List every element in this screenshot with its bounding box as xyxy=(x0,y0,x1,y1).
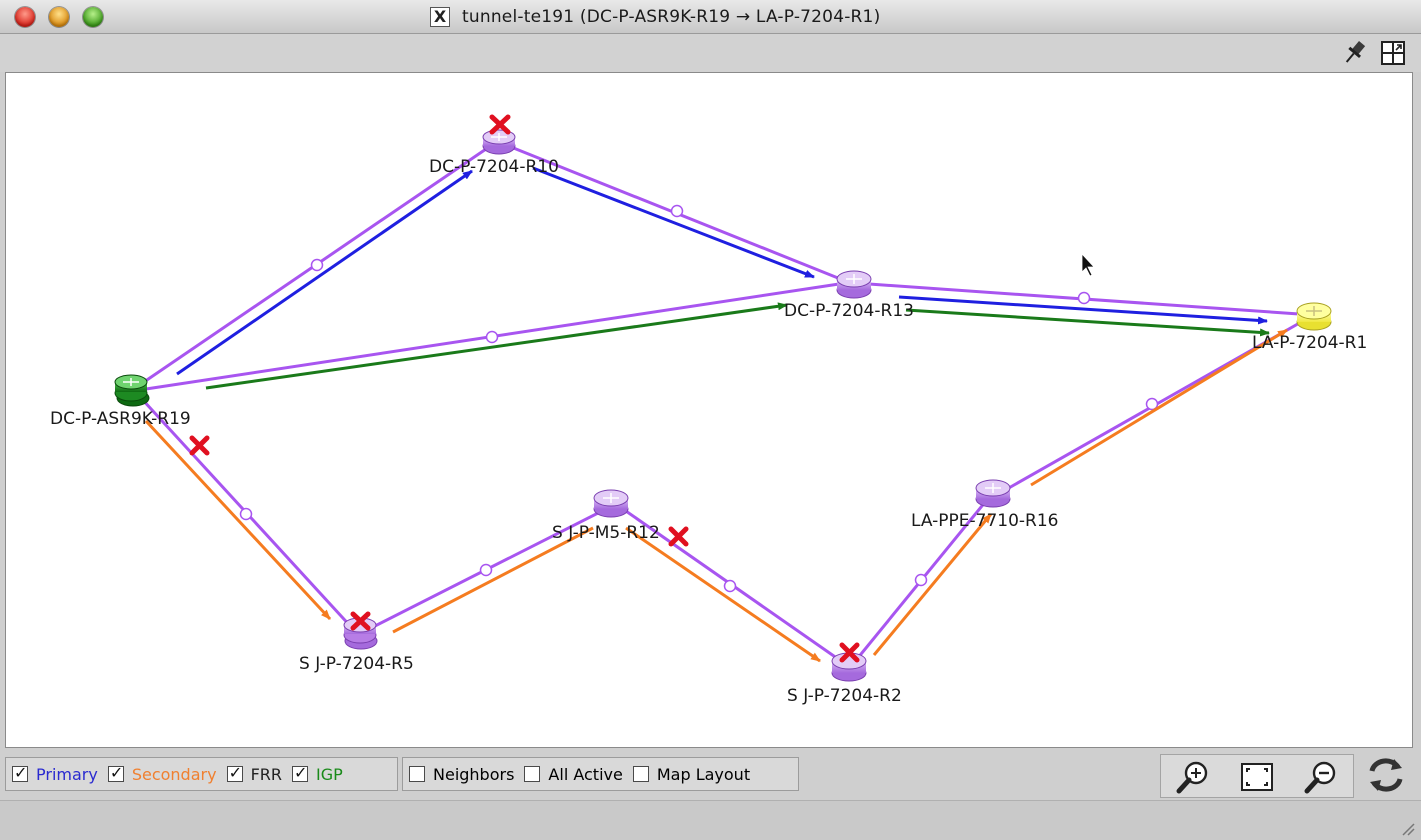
map-layout-label: Map Layout xyxy=(656,764,751,784)
igp-checkbox[interactable]: IGP xyxy=(292,763,343,784)
all-active-label: All Active xyxy=(548,764,623,784)
link-midpoint[interactable] xyxy=(914,573,928,587)
primary-label: Primary xyxy=(36,764,98,784)
refresh-icon[interactable] xyxy=(1364,754,1408,796)
checkbox-box[interactable] xyxy=(409,766,425,782)
checkbox-box[interactable] xyxy=(107,763,124,782)
map-layout-checkbox[interactable]: Map Layout xyxy=(632,764,751,784)
topology-graph[interactable]: DC-P-7204-R10 DC-P-7204-R13 DC-P-ASR9K-R… xyxy=(6,73,1412,747)
path-filter-group: Primary Secondary FRR IGP xyxy=(5,757,398,791)
window-title-group: X tunnel-te191 (DC-P-ASR9K-R19 → LA-P-72… xyxy=(430,6,880,28)
secondary-label: Secondary xyxy=(131,764,217,784)
igp-label: IGP xyxy=(316,764,343,784)
link-midpoint[interactable] xyxy=(479,563,493,577)
zoom-out-icon[interactable] xyxy=(1303,759,1339,795)
secondary-arrow xyxy=(1030,328,1288,487)
minimize-window-button[interactable] xyxy=(49,7,69,27)
frr-checkbox[interactable]: FRR xyxy=(226,763,282,784)
node-label-r12: S J-P-M5-R12 xyxy=(552,523,660,543)
checkbox-box[interactable] xyxy=(632,766,649,782)
link-midpoint[interactable] xyxy=(1077,291,1091,305)
secondary-arrow xyxy=(144,419,332,621)
router-r13[interactable] xyxy=(836,270,872,299)
window-layout-icon[interactable] xyxy=(1380,40,1406,66)
neighbors-label: Neighbors xyxy=(433,764,515,784)
status-bar xyxy=(0,800,1421,840)
node-label-r5: S J-P-7204-R5 xyxy=(299,654,414,674)
primary-path xyxy=(176,166,1268,376)
router-r1[interactable] xyxy=(1296,302,1332,331)
top-toolstrip xyxy=(0,34,1421,72)
link-midpoints xyxy=(239,204,1159,593)
link-midpoint[interactable] xyxy=(239,507,253,521)
link-midpoint[interactable] xyxy=(485,330,499,344)
failure-x-icon xyxy=(668,526,689,547)
view-option-group: Neighbors All Active Map Layout xyxy=(402,757,799,791)
igp-arrow xyxy=(905,308,1270,337)
checkbox-box[interactable] xyxy=(524,766,541,782)
secondary-checkbox[interactable]: Secondary xyxy=(107,763,217,784)
node-label-r1: LA-P-7204-R1 xyxy=(1252,333,1367,353)
topology-canvas[interactable]: DC-P-7204-R10 DC-P-7204-R13 DC-P-ASR9K-R… xyxy=(5,72,1413,748)
fit-to-window-icon[interactable] xyxy=(1239,759,1275,795)
router-r2[interactable] xyxy=(831,652,867,682)
router-r19[interactable] xyxy=(114,374,150,407)
node-label-r16: LA-PPE-7710-R16 xyxy=(911,511,1058,531)
failure-x-icon xyxy=(189,435,210,456)
neighbors-checkbox[interactable]: Neighbors xyxy=(409,765,514,784)
primary-arrow xyxy=(176,169,473,376)
zoom-in-icon[interactable] xyxy=(1175,759,1211,795)
node-label-r10: DC-P-7204-R10 xyxy=(429,157,559,177)
router-r12[interactable] xyxy=(593,489,629,518)
router-r16[interactable] xyxy=(975,479,1011,508)
node-label-r13: DC-P-7204-R13 xyxy=(784,301,914,321)
mouse-cursor-icon xyxy=(1081,252,1095,277)
link-midpoint[interactable] xyxy=(723,579,737,593)
close-window-button[interactable] xyxy=(15,7,35,27)
secondary-arrow xyxy=(392,526,594,634)
all-active-checkbox[interactable]: All Active xyxy=(524,764,623,784)
title-bar: X tunnel-te191 (DC-P-ASR9K-R19 → LA-P-72… xyxy=(0,0,1421,34)
igp-arrow xyxy=(205,302,788,390)
zoom-controls xyxy=(1160,754,1354,798)
pin-icon[interactable] xyxy=(1340,38,1370,66)
secondary-arrow xyxy=(872,513,993,656)
router-r10[interactable] xyxy=(482,129,516,155)
primary-arrow xyxy=(532,166,815,279)
checkbox-box[interactable] xyxy=(226,763,243,782)
checkbox-box[interactable] xyxy=(292,763,308,782)
x11-icon: X xyxy=(430,7,450,27)
resize-grip-icon[interactable] xyxy=(1399,820,1415,836)
checkbox-box[interactable] xyxy=(12,763,28,782)
secondary-path xyxy=(144,328,1288,663)
topology-links xyxy=(139,145,1304,663)
frr-label: FRR xyxy=(250,764,282,784)
window-title: tunnel-te191 (DC-P-ASR9K-R19 → LA-P-7204… xyxy=(462,7,881,27)
igp-path xyxy=(205,302,1270,390)
link-midpoint[interactable] xyxy=(670,204,684,218)
maximize-window-button[interactable] xyxy=(83,7,103,27)
link-midpoint[interactable] xyxy=(310,258,324,272)
secondary-arrow xyxy=(625,526,821,663)
node-label-r19: DC-P-ASR9K-R19 xyxy=(50,409,191,429)
node-label-r2: S J-P-7204-R2 xyxy=(787,686,902,706)
primary-checkbox[interactable]: Primary xyxy=(12,763,98,784)
